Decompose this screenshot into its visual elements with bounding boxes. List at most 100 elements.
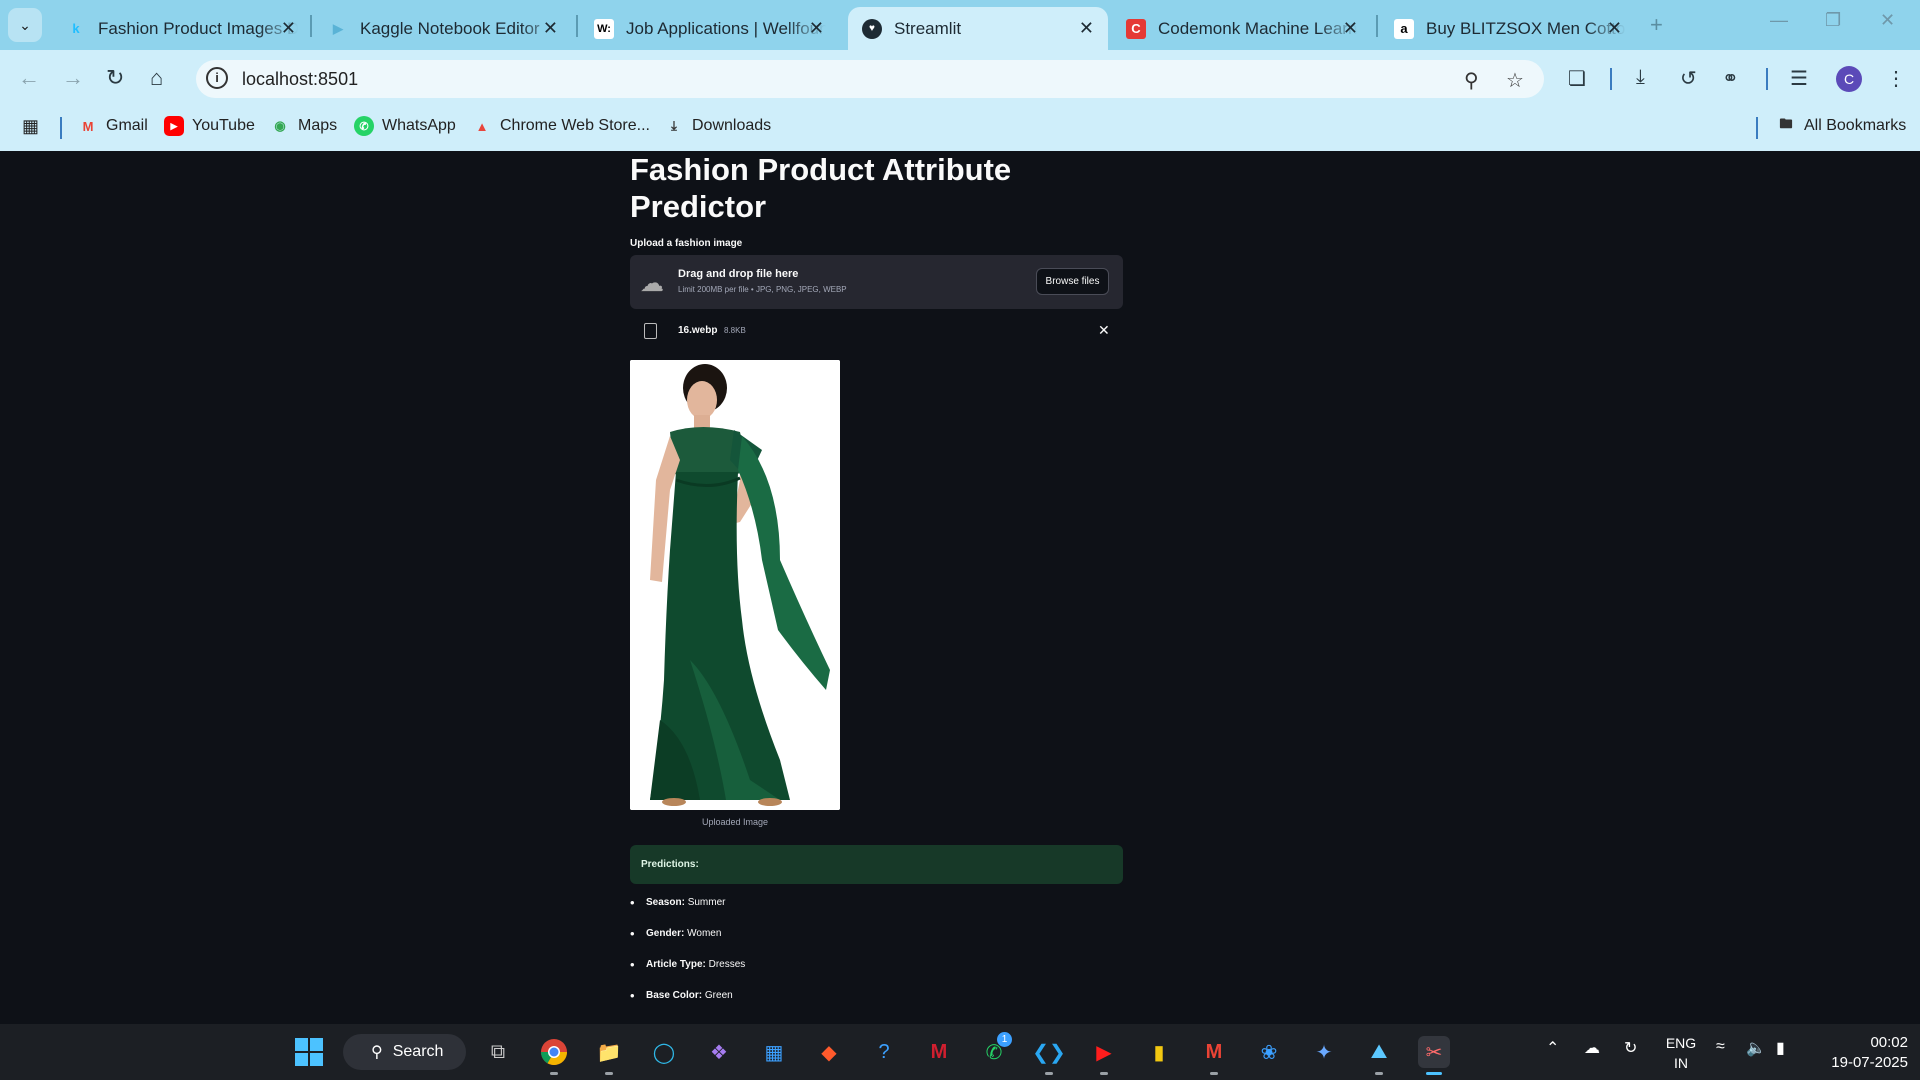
back-arrow-icon[interactable]: ←	[18, 65, 40, 91]
kaggle-play-icon: ▶	[333, 20, 343, 36]
dropzone-limit-text: Limit 200MB per file • JPG, PNG, JPEG, W…	[678, 285, 847, 294]
home-icon[interactable]: ⌂	[150, 65, 163, 91]
all-bookmarks[interactable]: 🖿 All Bookmarks	[1776, 116, 1906, 136]
folder-icon: 🖿	[1779, 116, 1793, 131]
taskbar-search[interactable]: ⚲ Search	[343, 1034, 466, 1070]
list-item: Season: Summer	[630, 895, 745, 928]
language-code: ENG	[1665, 1035, 1697, 1051]
media-controls-icon[interactable]: ☰	[1790, 66, 1808, 91]
predictions-banner: Predictions:	[630, 845, 1123, 884]
apps-grid-icon[interactable]: ▦	[22, 116, 39, 137]
tab-streamlit[interactable]: ♥ Streamlit ✕	[848, 7, 1108, 50]
saree-model-image	[630, 360, 840, 810]
close-icon[interactable]: ✕	[1607, 18, 1622, 39]
restore-icon[interactable]: ❐	[1825, 10, 1841, 31]
tab-wellfound[interactable]: W: Job Applications | Wellfound ✕	[580, 7, 838, 50]
search-icon: ⚲	[371, 1044, 383, 1061]
vscode-icon[interactable]: ❮❯	[1032, 1036, 1066, 1075]
window-close-icon[interactable]: ✕	[1880, 10, 1895, 31]
snipping-tool-icon[interactable]: ✂	[1418, 1036, 1450, 1075]
gmail-icon[interactable]: M	[1198, 1036, 1230, 1075]
tab-amazon[interactable]: a Buy BLITZSOX Men Cotton ✕	[1380, 7, 1636, 50]
file-size: 8.8KB	[724, 326, 746, 335]
bookmark-maps[interactable]: ◉ Maps	[270, 116, 337, 136]
butterfly-app-icon[interactable]: ❀	[1253, 1036, 1285, 1068]
bookmarks-separator	[60, 117, 62, 139]
close-icon[interactable]: ✕	[543, 18, 558, 39]
close-icon[interactable]: ✕	[1079, 18, 1094, 39]
file-dropzone[interactable]: ☁ Drag and drop file here Limit 200MB pe…	[630, 255, 1123, 309]
forward-arrow-icon[interactable]: →	[62, 65, 84, 91]
tab-search-button[interactable]: ⌄	[8, 8, 42, 42]
codemonk-icon: C	[1126, 18, 1146, 39]
running-indicator	[1100, 1072, 1108, 1075]
url-text[interactable]: localhost:8501	[242, 69, 358, 90]
onedrive-icon[interactable]: ☁	[1584, 1038, 1600, 1058]
minimize-icon[interactable]: —	[1770, 10, 1788, 31]
prediction-key: Season:	[646, 897, 685, 908]
git-diamond-icon[interactable]: ◆	[813, 1036, 845, 1068]
chrome-icon[interactable]	[538, 1036, 570, 1075]
predictions-heading: Predictions:	[641, 859, 699, 870]
new-tab-plus-icon[interactable]: +	[1650, 12, 1663, 38]
language-indicator[interactable]: ENG IN	[1664, 1033, 1698, 1073]
more-menu-icon[interactable]: ⋮	[1886, 66, 1906, 91]
whatsapp-icon[interactable]: ✆ 1	[978, 1032, 1012, 1068]
bookmark-label: YouTube	[192, 117, 255, 134]
bookmark-gmail[interactable]: M Gmail	[78, 116, 148, 136]
remove-file-icon[interactable]: ✕	[1098, 322, 1110, 339]
wifi-icon[interactable]: ≈	[1716, 1038, 1725, 1056]
help-icon[interactable]: ?	[868, 1036, 900, 1068]
maps-icon: ◉	[274, 118, 286, 133]
power-bi-icon[interactable]: ▮	[1143, 1036, 1175, 1068]
youtube-icon: ▶	[164, 116, 184, 136]
extensions-icon[interactable]: ❏	[1568, 66, 1586, 91]
address-bar[interactable]: i localhost:8501 ⚲ ☆	[196, 60, 1544, 98]
prediction-key: Gender:	[646, 928, 685, 939]
close-icon[interactable]: ✕	[1343, 18, 1358, 39]
bookmark-label: WhatsApp	[382, 117, 456, 134]
profile-avatar[interactable]: C	[1836, 66, 1862, 92]
running-indicator	[1375, 1072, 1383, 1075]
gemini-icon[interactable]: ✦	[1308, 1036, 1340, 1068]
battery-icon[interactable]: ▮	[1776, 1038, 1785, 1058]
link-icon[interactable]: ⚭	[1722, 66, 1739, 91]
bookmark-whatsapp[interactable]: ✆ WhatsApp	[354, 116, 456, 136]
photos-icon[interactable]: ⛰	[1363, 1036, 1395, 1075]
copilot-icon[interactable]: ❖	[703, 1036, 735, 1068]
chevron-up-icon[interactable]: ⌃	[1546, 1038, 1559, 1058]
task-view-icon[interactable]: ⧉	[482, 1036, 514, 1068]
tab-title: Job Applications | Wellfound	[626, 18, 826, 38]
mcafee-icon[interactable]: M	[923, 1036, 955, 1068]
site-info-icon[interactable]: i	[206, 67, 228, 89]
bookmark-chrome-web-store[interactable]: ▲ Chrome Web Store...	[472, 116, 650, 136]
bookmark-label: Downloads	[692, 117, 772, 134]
reload-icon[interactable]: ↻	[106, 65, 124, 91]
system-clock[interactable]: 00:02 19-07-2025	[1808, 1033, 1908, 1073]
zoom-icon[interactable]: ⚲	[1464, 68, 1479, 93]
sync-icon[interactable]: ↻	[1624, 1038, 1637, 1058]
bookmark-downloads[interactable]: ⤓ Downloads	[664, 116, 771, 136]
file-explorer-icon[interactable]: 📁	[593, 1036, 625, 1075]
microsoft-store-icon[interactable]: ▦	[758, 1036, 790, 1068]
download-icon[interactable]: ⤓	[1636, 66, 1645, 89]
region-code: IN	[1674, 1055, 1688, 1071]
history-icon[interactable]: ↺	[1680, 66, 1697, 91]
bookmark-label: Gmail	[106, 117, 148, 134]
volume-icon[interactable]: 🔈	[1746, 1038, 1766, 1058]
close-icon[interactable]: ✕	[281, 18, 296, 39]
tab-fashion-dataset[interactable]: k Fashion Product Images Dataset ✕	[52, 7, 310, 50]
browser-toolbar: ← → ↻ ⌂ i localhost:8501 ⚲ ☆ ❏ ⤓ ↺ ⚭ ☰ C…	[0, 50, 1920, 107]
bookmark-star-icon[interactable]: ☆	[1506, 68, 1524, 93]
youtube-icon[interactable]: ▶	[1088, 1036, 1120, 1075]
tab-kaggle-notebook[interactable]: ▶ Kaggle Notebook Editor ✕	[314, 7, 572, 50]
tab-codemonk[interactable]: C Codemonk Machine Learning ✕	[1112, 7, 1372, 50]
browse-files-button[interactable]: Browse files	[1036, 268, 1109, 295]
close-icon[interactable]: ✕	[809, 18, 824, 39]
image-caption: Uploaded Image	[701, 817, 769, 827]
download-icon: ⤓	[671, 118, 677, 133]
running-indicator	[605, 1072, 613, 1075]
edge-icon[interactable]: ◯	[648, 1036, 680, 1068]
bookmark-youtube[interactable]: ▶ YouTube	[164, 116, 255, 136]
windows-start-icon[interactable]	[293, 1036, 325, 1068]
